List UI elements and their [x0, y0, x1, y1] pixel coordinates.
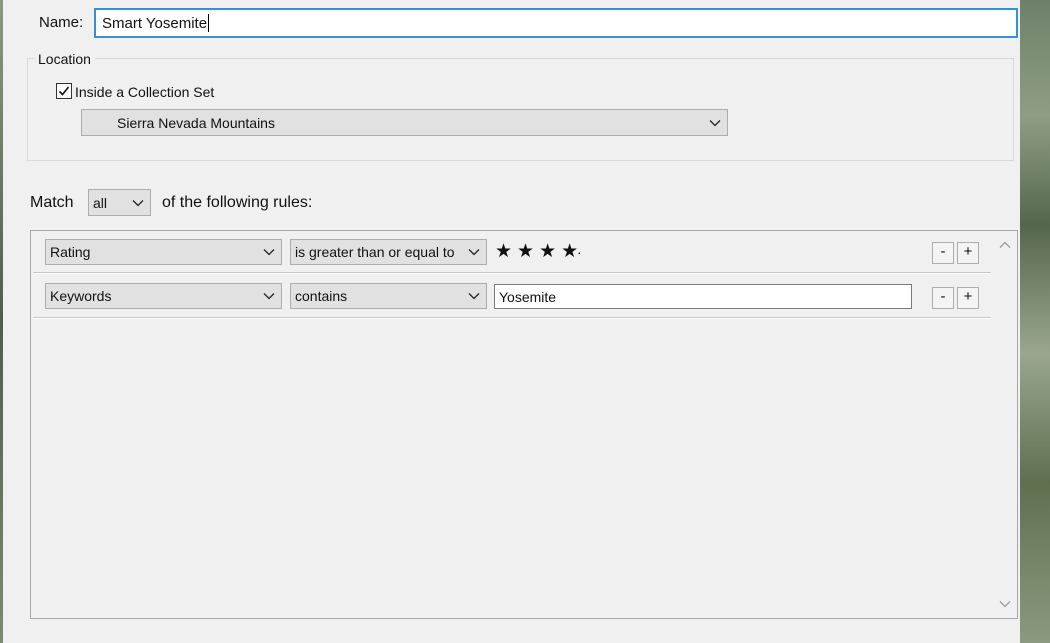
rule-operator-value: contains [295, 288, 348, 304]
rules-scrollbar[interactable] [994, 232, 1016, 617]
keyword-value-input[interactable]: Yosemite [494, 284, 912, 309]
add-rule-button[interactable]: + [957, 242, 979, 264]
add-rule-button[interactable]: + [957, 287, 979, 309]
remove-rule-button[interactable]: - [932, 242, 954, 264]
rule-field-dropdown[interactable]: Rating [45, 239, 282, 265]
name-label: Name: [39, 14, 84, 31]
match-dropdown[interactable]: all [88, 189, 151, 216]
rule-operator-dropdown[interactable]: is greater than or equal to [290, 239, 487, 265]
keyword-value: Yosemite [499, 288, 557, 305]
rating-stars[interactable]: ★★★★ [495, 241, 583, 263]
inside-collection-set-label: Inside a Collection Set [75, 84, 215, 100]
location-label: Location [34, 50, 95, 68]
chevron-down-icon [132, 199, 144, 206]
chevron-up-icon[interactable] [999, 240, 1011, 250]
match-label: Match [30, 194, 74, 211]
chevron-down-icon [263, 249, 275, 256]
rule-operator-value: is greater than or equal to [295, 244, 455, 260]
name-field[interactable]: Smart Yosemite [94, 8, 1018, 38]
background-photo-right [1020, 0, 1050, 643]
rule-field-value: Rating [50, 244, 91, 260]
collection-set-value: Sierra Nevada Mountains [117, 114, 275, 131]
rule-field-dropdown[interactable]: Keywords [45, 283, 282, 309]
chevron-down-icon [468, 249, 480, 256]
chevron-down-icon[interactable] [999, 599, 1011, 609]
chevron-down-icon [709, 119, 721, 126]
match-value: all [93, 194, 108, 211]
collection-set-dropdown[interactable]: Sierra Nevada Mountains [81, 109, 728, 136]
checkmark-icon [58, 86, 70, 96]
chevron-down-icon [468, 293, 480, 300]
remove-rule-button[interactable]: - [932, 287, 954, 309]
rule-divider [33, 317, 991, 319]
following-rules-label: of the following rules: [162, 194, 313, 211]
rating-empty-star[interactable]: · [577, 242, 582, 262]
rule-operator-dropdown[interactable]: contains [290, 283, 487, 309]
chevron-down-icon [263, 293, 275, 300]
text-cursor [208, 14, 210, 32]
name-field-value: Smart Yosemite [102, 14, 208, 32]
rule-divider [33, 272, 991, 274]
inside-collection-set-checkbox[interactable] [56, 83, 72, 99]
rule-field-value: Keywords [50, 288, 112, 304]
